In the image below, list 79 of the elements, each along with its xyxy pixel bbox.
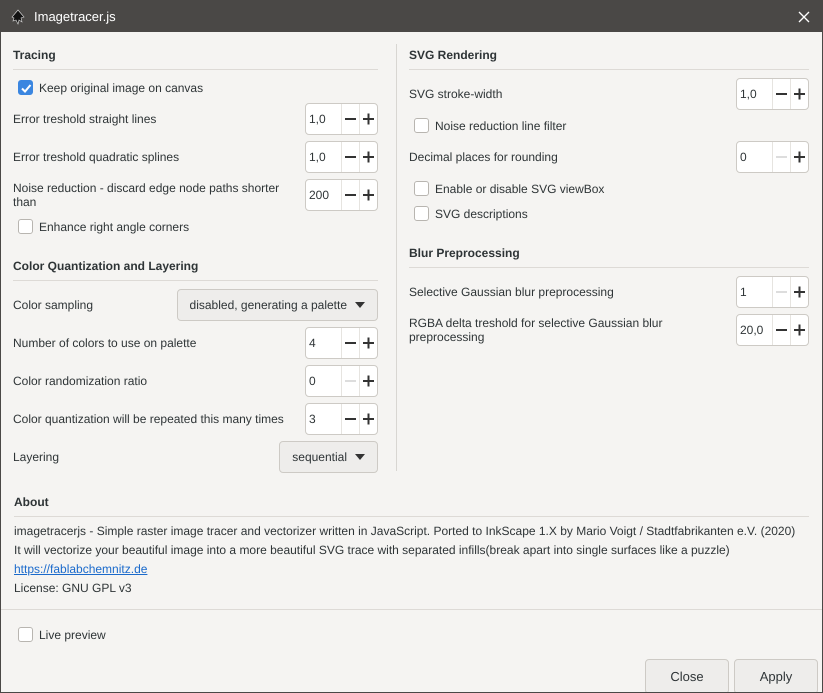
field-label: Decimal places for rounding: [409, 150, 558, 164]
field-label: RGBA delta treshold for selective Gaussian blur preprocessing: [409, 316, 664, 344]
field-label: Color sampling: [13, 298, 94, 312]
spin-value[interactable]: 1,0: [737, 87, 772, 101]
minus-icon[interactable]: [772, 315, 790, 345]
minus-icon[interactable]: [772, 79, 790, 109]
field-label: Color randomization ratio: [13, 374, 148, 388]
field-label: Error treshold straight lines: [13, 112, 156, 126]
minus-icon[interactable]: [341, 142, 359, 172]
spin-field[interactable]: 1: [736, 276, 809, 308]
spin-value[interactable]: 1,0: [306, 112, 341, 126]
about-text: It will vectorize your beautiful image into a more beautiful SVG trace with separated infills(break apart into single surfaces like a puzzle): [14, 542, 731, 559]
field-label: Number of colors to use on palette: [13, 336, 196, 350]
spin-value[interactable]: 0: [306, 374, 341, 388]
about-text: License: GNU GPL v3: [14, 580, 133, 597]
checkbox[interactable]: [18, 627, 33, 642]
dropdown[interactable]: sequential: [279, 441, 378, 473]
checkbox-label[interactable]: Enable or disable SVG viewBox: [435, 182, 604, 196]
spin-value[interactable]: 3: [306, 412, 341, 426]
checkbox-label[interactable]: Live preview: [39, 628, 106, 642]
dropdown[interactable]: disabled, generating a palette: [176, 289, 378, 321]
checkbox[interactable]: [414, 181, 429, 196]
minus-icon[interactable]: [341, 180, 359, 210]
checkbox-label[interactable]: Noise reduction line filter: [435, 118, 566, 132]
plus-icon[interactable]: [359, 142, 377, 172]
checkbox-label[interactable]: SVG descriptions: [435, 206, 528, 220]
spin-value[interactable]: 20,0: [737, 323, 772, 337]
spin-field[interactable]: 3: [305, 403, 378, 435]
checkbox-label[interactable]: Keep original image on canvas: [39, 80, 204, 94]
minus-icon[interactable]: [341, 404, 359, 434]
close-icon[interactable]: [798, 10, 810, 22]
about-text: imagetracerjs - Simple raster image tracer and vectorizer written in JavaScript. Ported to InkScape 1.X by Mario Voigt / Stadtfabrikanten e.V. (2020): [14, 523, 796, 540]
plus-icon[interactable]: [359, 366, 377, 396]
spin-value[interactable]: 1,0: [306, 150, 341, 164]
spin-field[interactable]: 1,0: [305, 103, 378, 135]
website-link[interactable]: https://fablabchemnitz.de: [14, 562, 148, 576]
field-label: Color quantization will be repeated this many times: [13, 412, 284, 426]
caret-icon: [355, 302, 365, 308]
section-heading: SVG Rendering: [409, 47, 498, 64]
spin-field[interactable]: 0: [736, 141, 809, 173]
window-title: Imagetracer.js: [34, 9, 117, 24]
plus-icon[interactable]: [359, 104, 377, 134]
minus-icon[interactable]: [341, 328, 359, 358]
plus-icon[interactable]: [359, 404, 377, 434]
checkbox-label[interactable]: Enhance right angle corners: [39, 220, 190, 234]
spin-field[interactable]: 4: [305, 327, 378, 359]
spin-field[interactable]: 200: [305, 179, 378, 211]
spin-field[interactable]: 0: [305, 365, 378, 397]
field-label: Error treshold quadratic splines: [13, 150, 180, 164]
section-heading: About: [14, 494, 50, 511]
minus-icon[interactable]: [341, 104, 359, 134]
plus-icon[interactable]: [790, 277, 808, 307]
spin-value[interactable]: 0: [737, 150, 772, 164]
spin-value[interactable]: 200: [306, 188, 341, 202]
apply-button[interactable]: Apply: [734, 659, 818, 692]
close-button[interactable]: Close: [645, 659, 729, 692]
field-label: Noise reduction - discard edge node paths shorter than: [13, 181, 280, 209]
spin-value[interactable]: 4: [306, 336, 341, 350]
checkbox[interactable]: [18, 80, 33, 95]
plus-icon[interactable]: [359, 328, 377, 358]
spin-value[interactable]: 1: [737, 285, 772, 299]
spin-field[interactable]: 20,0: [736, 314, 809, 346]
field-label: Selective Gaussian blur preprocessing: [409, 285, 614, 299]
section-heading: Color Quantization and Layering: [13, 258, 200, 275]
plus-icon[interactable]: [790, 79, 808, 109]
app-logo-icon: [10, 8, 26, 24]
plus-icon[interactable]: [790, 315, 808, 345]
section-heading: Tracing: [13, 47, 57, 64]
checkbox[interactable]: [414, 118, 429, 133]
plus-icon[interactable]: [359, 180, 377, 210]
field-label: SVG stroke-width: [409, 87, 502, 101]
spin-field[interactable]: 1,0: [305, 141, 378, 173]
field-label: Layering: [13, 450, 60, 464]
spin-field[interactable]: 1,0: [736, 78, 809, 110]
caret-icon: [355, 454, 365, 460]
checkbox[interactable]: [18, 219, 33, 234]
checkbox[interactable]: [414, 206, 429, 221]
plus-icon[interactable]: [790, 142, 808, 172]
section-heading: Blur Preprocessing: [409, 245, 521, 262]
